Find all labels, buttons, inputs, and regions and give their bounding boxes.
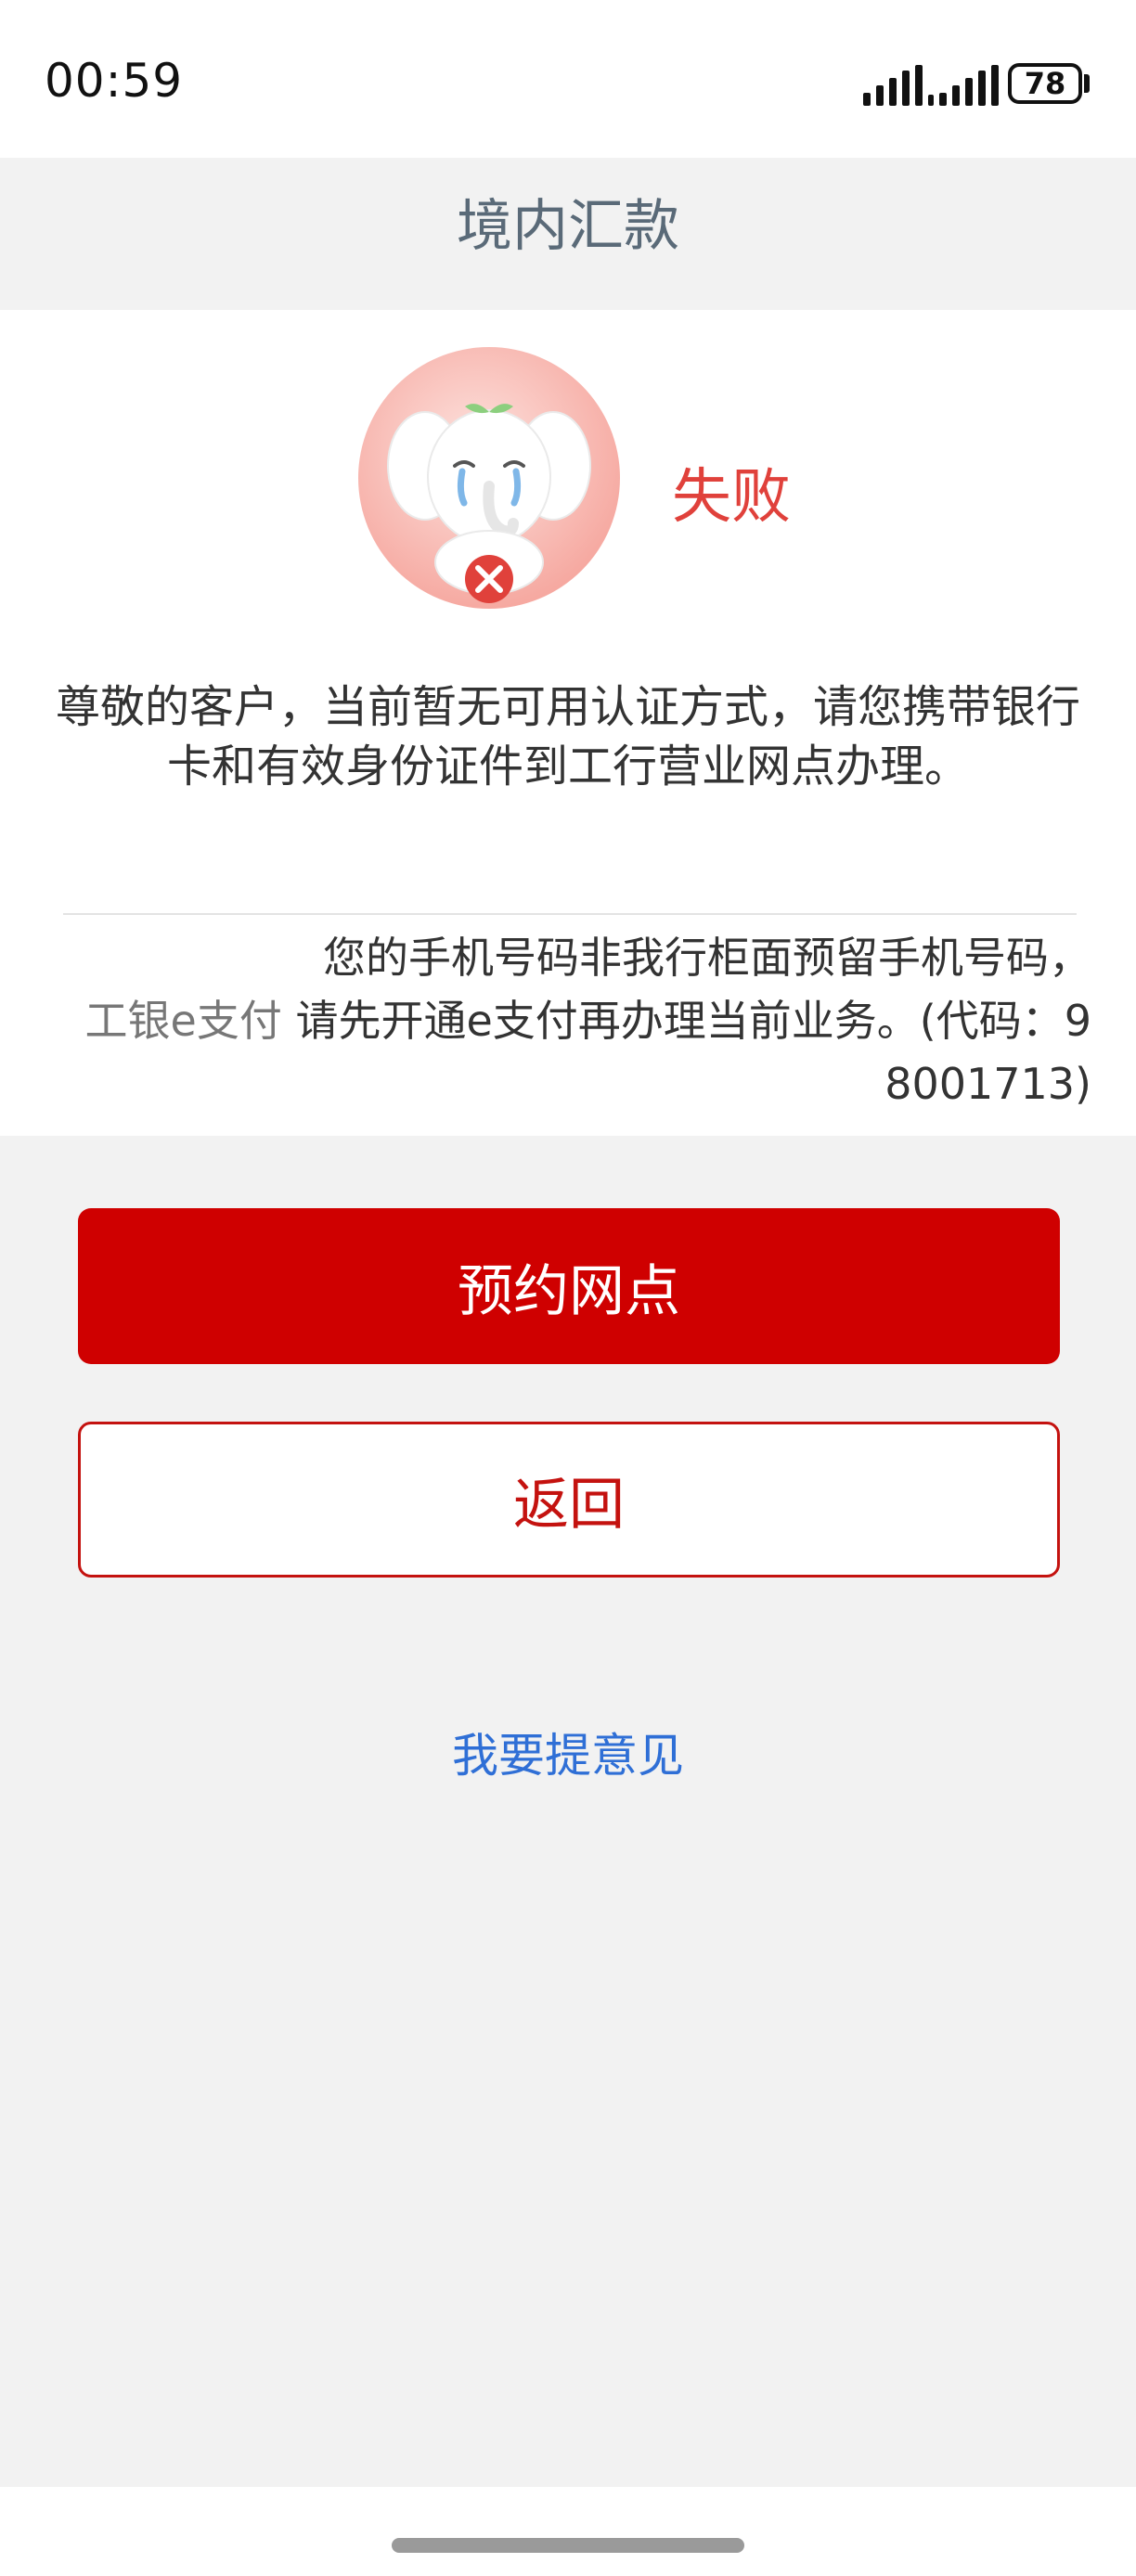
home-indicator-area [0,2487,1136,2576]
error-detail-line-3: 8001713) [884,1059,1091,1109]
battery-icon: 78 [1008,63,1082,104]
crying-elephant-failure-icon [358,347,620,609]
status-time: 00:59 [45,54,184,108]
back-button[interactable]: 返回 [78,1422,1060,1578]
header-divider [0,295,1136,310]
error-detail: 您的手机号码非我行柜面预留手机号码， 工银e支付 请先开通e支付再办理当前业务。… [46,926,1091,1115]
cellular-signal-2-icon [928,65,999,106]
page-title: 境内汇款 [457,194,679,259]
status-bar: 00:59 78 [0,0,1136,158]
error-detail-line-2-text: 请先开通e支付再办理当前业务。(代码：9 [281,996,1091,1046]
result-message: 尊敬的客户，当前暂无可用认证方式，请您携带银行卡和有效身份证件到工行营业网点办理… [55,681,1080,792]
status-label: 失败 [672,463,791,532]
result-card: 失败 尊敬的客户，当前暂无可用认证方式，请您携带银行卡和有效身份证件到工行营业网… [0,310,1136,1136]
battery-nub [1084,74,1090,93]
book-branch-button[interactable]: 预约网点 [78,1208,1060,1364]
error-detail-line-1: 您的手机号码非我行柜面预留手机号码， [323,933,1091,983]
feedback-link[interactable]: 我要提意见 [0,1719,1136,1785]
card-divider [63,913,1077,915]
cellular-signal-icon [863,65,923,106]
home-indicator[interactable] [392,2538,744,2553]
error-detail-label: 工银e支付 [84,996,282,1046]
error-detail-line-2: 工银e支付 请先开通e支付再办理当前业务。(代码：9 [46,989,1091,1052]
battery-level: 78 [1024,66,1066,101]
